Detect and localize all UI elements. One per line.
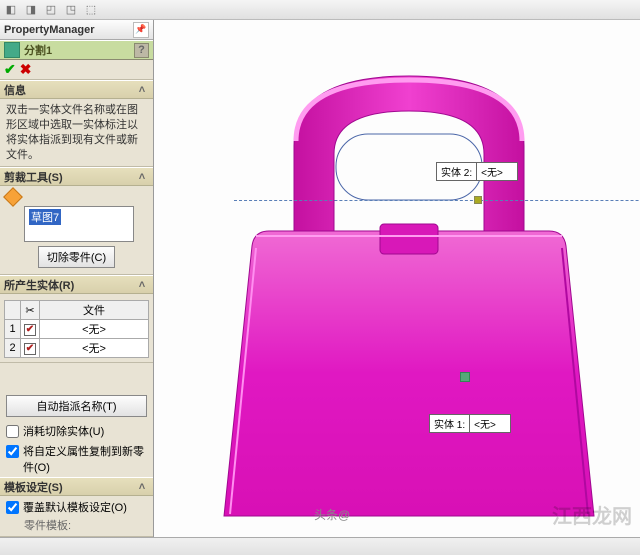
info-header[interactable]: 信息 ˄	[0, 81, 153, 99]
graphics-viewport[interactable]: 实体 2: <无> 实体 1: <无> 头条@ 江西龙网	[154, 20, 640, 537]
bodies-section: 所产生实体(R) ˄ ✂ 文件 1 ✔ <无> 2 ✔ <无>	[0, 275, 153, 363]
consume-label: 消耗切除实体(U)	[23, 423, 104, 439]
status-bar	[0, 537, 640, 555]
tb-icon[interactable]: ◳	[64, 3, 78, 17]
info-text: 双击一实体文件名称或在图形区域中选取一实体标注以将实体指派到现有文件或新文件。	[6, 103, 147, 162]
row-checkbox[interactable]: ✔	[24, 343, 36, 355]
feature-title-bar: 分割1 ?	[0, 40, 153, 60]
template-subtext: 零件模板:	[24, 517, 147, 533]
auto-assign-button[interactable]: 自动指派名称(T)	[6, 395, 147, 417]
chevron-up-icon[interactable]: ˄	[135, 481, 149, 493]
body-label-prefix: 实体 2:	[437, 163, 477, 180]
property-manager-panel: PropertyManager 📌 分割1 ? ✔ ✖ 信息 ˄ 双击一实体文件…	[0, 20, 154, 537]
override-label: 覆盖默认模板设定(O)	[23, 499, 127, 515]
model-graphic	[184, 56, 634, 526]
trim-selection-list[interactable]: 草图7	[24, 206, 134, 242]
bodies-table: ✂ 文件 1 ✔ <无> 2 ✔ <无>	[4, 300, 149, 358]
row-checkbox[interactable]: ✔	[24, 324, 36, 336]
copy-props-label: 将自定义属性复制到新零件(O)	[23, 443, 147, 475]
body-label-2[interactable]: 实体 2: <无>	[436, 162, 518, 181]
chevron-up-icon[interactable]: ˄	[135, 171, 149, 183]
drag-handle[interactable]	[460, 372, 470, 382]
top-toolbar: ◧ ◨ ◰ ◳ ⬚	[0, 0, 640, 20]
info-title: 信息	[4, 82, 26, 98]
consume-checkbox[interactable]	[6, 425, 19, 438]
split-feature-icon	[4, 42, 20, 58]
cancel-button[interactable]: ✖	[20, 61, 32, 78]
bodies-title: 所产生实体(R)	[4, 277, 74, 293]
body-label-value[interactable]: <无>	[470, 415, 510, 432]
pm-header: PropertyManager 📌	[0, 20, 153, 40]
tb-icon[interactable]: ⬚	[84, 3, 98, 17]
copy-props-checkbox-row[interactable]: 将自定义属性复制到新零件(O)	[0, 441, 153, 477]
origin-marker[interactable]	[474, 196, 482, 204]
row-index: 1	[5, 320, 21, 339]
row-file[interactable]: <无>	[40, 339, 149, 358]
tb-icon[interactable]: ◧	[4, 3, 18, 17]
tb-icon[interactable]: ◰	[44, 3, 58, 17]
file-column-header: 文件	[40, 301, 149, 320]
table-row: 1 ✔ <无>	[5, 320, 149, 339]
action-row: ✔ ✖	[0, 60, 153, 80]
body-label-value[interactable]: <无>	[477, 163, 517, 180]
table-corner	[5, 301, 21, 320]
body-label-prefix: 实体 1:	[430, 415, 470, 432]
override-checkbox[interactable]	[6, 501, 19, 514]
trim-selected-item[interactable]: 草图7	[29, 209, 61, 225]
pm-pin-icon[interactable]: 📌	[133, 22, 149, 38]
bodies-header[interactable]: 所产生实体(R) ˄	[0, 276, 153, 294]
selection-icon	[3, 187, 23, 207]
chevron-up-icon[interactable]: ˄	[135, 84, 149, 96]
panel-spacer	[0, 363, 153, 391]
tb-icon[interactable]: ◨	[24, 3, 38, 17]
template-section: 模板设定(S) ˄ 覆盖默认模板设定(O) 零件模板:	[0, 477, 153, 537]
chevron-up-icon[interactable]: ˄	[135, 279, 149, 291]
template-header[interactable]: 模板设定(S) ˄	[0, 478, 153, 496]
feature-name: 分割1	[24, 42, 52, 58]
override-checkbox-row[interactable]: 覆盖默认模板设定(O)	[6, 499, 147, 515]
row-file[interactable]: <无>	[40, 320, 149, 339]
help-icon[interactable]: ?	[134, 43, 149, 58]
ok-button[interactable]: ✔	[4, 61, 16, 78]
pm-title: PropertyManager	[4, 24, 94, 36]
scissors-icon: ✂	[21, 301, 40, 320]
table-row: 2 ✔ <无>	[5, 339, 149, 358]
centerline	[234, 200, 640, 201]
row-index: 2	[5, 339, 21, 358]
body-label-1[interactable]: 实体 1: <无>	[429, 414, 511, 433]
template-title: 模板设定(S)	[4, 479, 63, 495]
cut-part-button[interactable]: 切除零件(C)	[38, 246, 115, 268]
consume-checkbox-row[interactable]: 消耗切除实体(U)	[0, 421, 153, 441]
copy-props-checkbox[interactable]	[6, 445, 19, 458]
trim-title: 剪裁工具(S)	[4, 169, 63, 185]
trim-header[interactable]: 剪裁工具(S) ˄	[0, 168, 153, 186]
trim-section: 剪裁工具(S) ˄ 草图7 切除零件(C)	[0, 167, 153, 275]
info-section: 信息 ˄ 双击一实体文件名称或在图形区域中选取一实体标注以将实体指派到现有文件或…	[0, 80, 153, 167]
